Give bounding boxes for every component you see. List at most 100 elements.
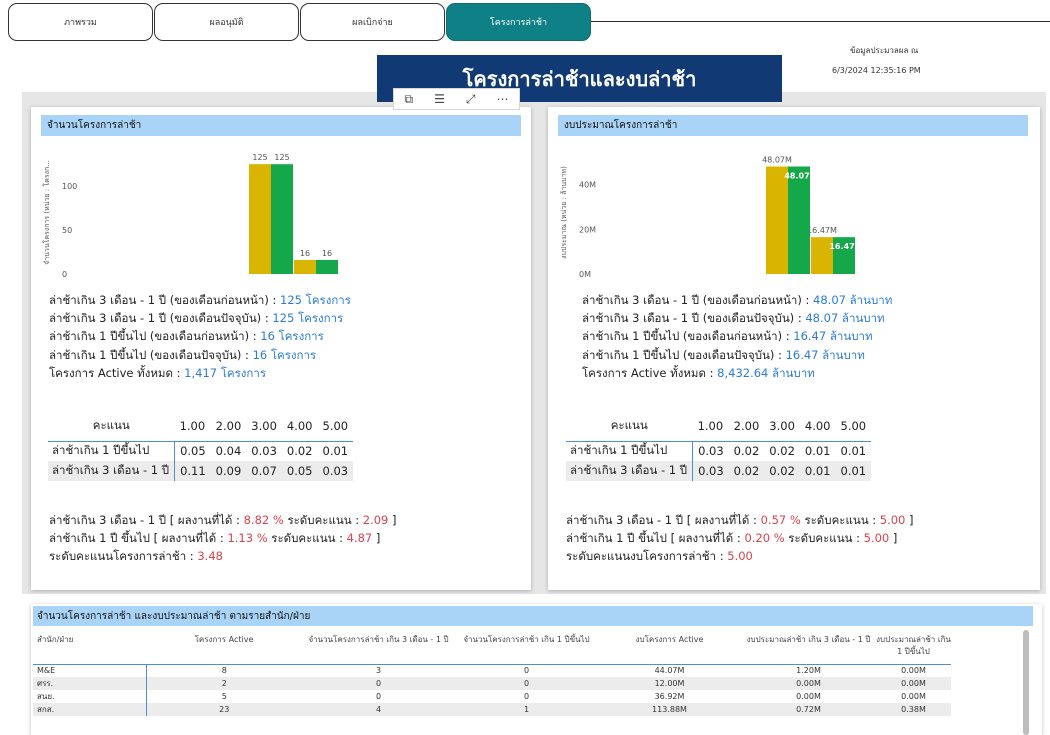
summary-lines: ล่าช้าเกิน 3 เดือน - 1 ปี (ของเดือนก่อนห… <box>582 291 892 382</box>
score-header: 4.00 <box>286 418 313 433</box>
score-line: ล่าช้าเกิน 1 ปี ขึ้นไป [ ผลงานที่ได้ : 0… <box>566 531 898 546</box>
score-summary: ล่าช้าเกิน 3 เดือน - 1 ปี [ ผลงานที่ได้ … <box>566 511 914 566</box>
dept-name: สกส. <box>33 703 147 716</box>
cell: 0.02 <box>286 444 313 459</box>
cell: 0.05 <box>180 444 206 459</box>
cell: 0.01 <box>804 444 831 459</box>
delayed-count-card[interactable]: จำนวนโครงการล่าช้า จำนวนโครงการ (หน่วย :… <box>31 107 531 590</box>
score-header: 3.00 <box>251 418 277 433</box>
row-label: ล่าช้าเกิน 1 ปีขึ้นไป <box>48 441 176 461</box>
y-tick-label: 100 <box>62 182 77 191</box>
score-line: ล่าช้าเกิน 3 เดือน - 1 ปี [ ผลงานที่ได้ … <box>49 513 397 527</box>
tab-disbursement[interactable]: ผลเบิกจ่าย <box>300 3 445 41</box>
row-label: ล่าช้าเกิน 3 เดือน - 1 ปี <box>566 461 694 481</box>
tab-overview[interactable]: ภาพรวม <box>8 3 153 41</box>
score-header: คะแนน <box>92 417 130 432</box>
table-title: จำนวนโครงการล่าช้า และงบประมาณล่าช้า ตาม… <box>33 606 1033 626</box>
column-header[interactable]: งบโครงการ Active <box>598 628 741 664</box>
cell: 0 <box>523 692 530 701</box>
focus-mode-icon[interactable]: ⤢ <box>466 92 476 107</box>
delayed-budget-card[interactable]: งบประมาณโครงการล่าช้า งบประมาณ (หน่วย : … <box>548 107 1040 590</box>
card-title: จำนวนโครงการล่าช้า <box>41 115 521 136</box>
delayed-count-chart[interactable]: จำนวนโครงการ (หน่วย : โครงก... 0 50 100 125 1… <box>37 141 517 289</box>
score-table: คะแนน 1.00 2.00 3.00 4.00 5.00 ล่าช้าเกิ… <box>566 411 872 481</box>
score-header: 2.00 <box>215 418 242 433</box>
y-tick-label: 40M <box>579 181 596 190</box>
tab-bar: ภาพรวม ผลอนุมัติ ผลเบิกจ่าย โครงการล่าช้… <box>8 3 592 43</box>
cell: 0 <box>375 692 382 701</box>
data-label: 125 <box>274 153 289 162</box>
cell: 1.20M <box>741 663 876 677</box>
table-row[interactable]: ศรร. 2 0 0 12.00M 0.00M 0.00M <box>33 677 951 690</box>
cell: 0.00M <box>876 663 951 677</box>
table-row: ล่าช้าเกิน 3 เดือน - 1 ปี 0.11 0.09 0.07… <box>48 461 354 481</box>
filter-icon[interactable]: ☰ <box>434 92 445 106</box>
cell: 0.02 <box>764 461 800 481</box>
score-line: ล่าช้าเกิน 3 เดือน - 1 ปี [ ผลงานที่ได้ … <box>566 513 914 527</box>
bar <box>294 259 316 274</box>
cell: 0.01 <box>322 444 349 459</box>
cell: 4 <box>302 703 455 716</box>
cell: 0.07 <box>246 461 282 481</box>
cell: 0.03 <box>692 461 729 481</box>
department-table: สำนัก/ฝ่าย โครงการ Active จำนวนโครงการล่… <box>33 628 951 716</box>
cell: 3 <box>302 663 455 677</box>
copy-icon[interactable]: ⧉ <box>405 92 414 107</box>
score-header: 2.00 <box>733 418 760 433</box>
y-tick-label: 0M <box>579 270 591 279</box>
data-label: 16 <box>300 249 310 258</box>
data-label: 48.07M <box>762 155 792 164</box>
score-header: คะแนน <box>610 417 648 432</box>
more-options-icon[interactable]: ⋯ <box>496 92 508 106</box>
cell: 0.04 <box>215 444 242 459</box>
cell: 0.72M <box>741 703 876 716</box>
cell: 0.38M <box>876 703 951 716</box>
cell: 0.05 <box>281 461 318 481</box>
data-label: 16 <box>322 249 332 258</box>
score-header: 4.00 <box>804 418 831 433</box>
column-header[interactable]: โครงการ Active <box>146 628 302 664</box>
summary-line: ล่าช้าเกิน 1 ปีขึ้นไป (ของเดือนก่อนหน้า)… <box>49 329 324 344</box>
score-line: ล่าช้าเกิน 1 ปี ขึ้นไป [ ผลงานที่ได้ : 1… <box>49 531 381 546</box>
bar <box>249 164 271 274</box>
dept-name: M&E <box>33 663 147 677</box>
table-row: ล่าช้าเกิน 1 ปีขึ้นไป 0.05 0.04 0.03 0.0… <box>48 441 353 461</box>
cell: 0.00M <box>901 692 926 701</box>
cell: 0.02 <box>733 444 760 459</box>
tab-delayed-projects[interactable]: โครงการล่าช้า <box>446 3 591 41</box>
delayed-budget-chart[interactable]: งบประมาณ (หน่วย : ล้านบาท) 0M 20M 40M 48.07M… <box>554 141 1034 289</box>
cell: 0.01 <box>799 461 836 481</box>
cell: 44.07M <box>598 663 741 677</box>
summary-line: โครงการ Active ทั้งหมด : 1,417 โครงการ <box>49 365 266 380</box>
card-title: งบประมาณโครงการล่าช้า <box>558 115 1028 136</box>
cell: 0.03 <box>251 444 277 459</box>
bar <box>316 259 338 274</box>
summary-line: ล่าช้าเกิน 3 เดือน - 1 ปี (ของเดือนก่อนห… <box>49 293 351 307</box>
column-header[interactable]: จำนวนโครงการล่าช้า เกิน 1 ปีขึ้นไป <box>455 628 598 664</box>
row-label: ล่าช้าเกิน 1 ปีขึ้นไป <box>566 441 694 461</box>
table-row: ล่าช้าเกิน 1 ปีขึ้นไป 0.03 0.02 0.02 0.0… <box>566 441 871 461</box>
row-label: ล่าช้าเกิน 3 เดือน - 1 ปี <box>48 461 176 481</box>
cell: 1 <box>455 703 598 716</box>
tabs-divider <box>590 21 1050 22</box>
table-row[interactable]: สนย. 5 0 0 36.92M 0.00M 0.00M <box>33 690 951 703</box>
cell: 0.00M <box>876 677 951 690</box>
column-header[interactable]: จำนวนโครงการล่าช้า เกิน 3 เดือน - 1 ปี <box>302 628 455 664</box>
table-row[interactable]: สกส. 23 4 1 113.88M 0.72M 0.38M <box>33 703 951 716</box>
cell: 0 <box>302 677 455 690</box>
department-table-card[interactable]: จำนวนโครงการล่าช้า และงบประมาณล่าช้า ตาม… <box>31 604 1042 735</box>
cell: 0.01 <box>840 444 867 459</box>
column-header[interactable]: สำนัก/ฝ่าย <box>33 628 146 664</box>
tab-approval[interactable]: ผลอนุมัติ <box>154 3 299 41</box>
cell: 0.01 <box>835 461 872 481</box>
column-header[interactable]: งบประมาณล่าช้า เกิน 1 ปีขึ้นไป <box>876 628 951 664</box>
data-label: 16.47M <box>829 242 862 251</box>
dept-name: สนย. <box>33 690 147 703</box>
table-scrollbar[interactable] <box>1023 630 1029 735</box>
score-level: ระดับคะแนนโครงการล่าช้า : 3.48 <box>49 549 223 564</box>
column-header[interactable]: งบประมาณล่าช้า เกิน 3 เดือน - 1 ปี <box>741 628 876 664</box>
table-row[interactable]: M&E 8 3 0 44.07M 1.20M 0.00M <box>33 663 951 677</box>
summary-line: ล่าช้าเกิน 3 เดือน - 1 ปี (ของเดือนปัจจุ… <box>582 311 885 326</box>
processed-at-label: ข้อมูลประมวลผล ณ <box>850 46 919 55</box>
cell: 0.03 <box>698 444 724 459</box>
